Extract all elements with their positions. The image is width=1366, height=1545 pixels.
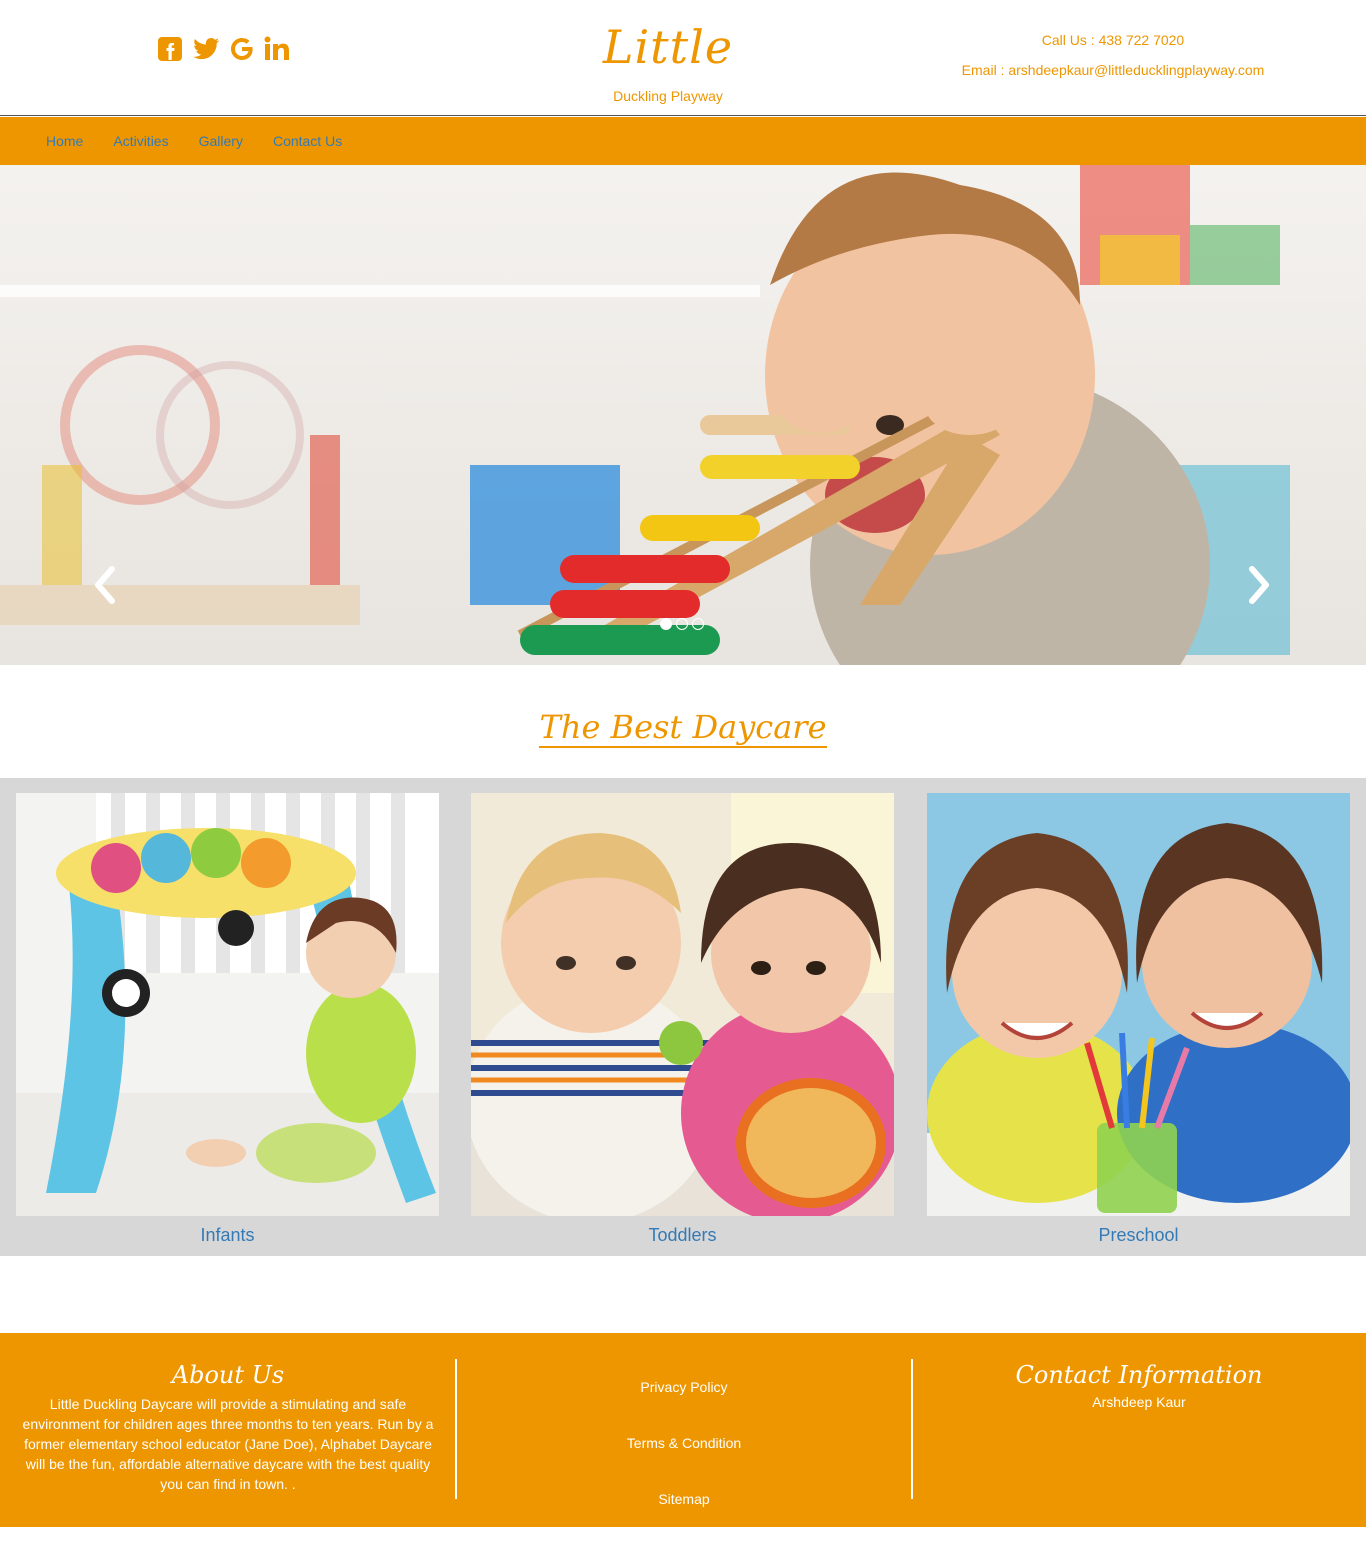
linkedin-icon[interactable] <box>264 34 292 64</box>
sitemap-link[interactable]: Sitemap <box>458 1489 910 1509</box>
contact-name: Arshdeep Kaur <box>1092 1394 1186 1410</box>
carousel-dot-3[interactable] <box>692 618 704 630</box>
carousel-indicators <box>660 618 704 630</box>
logo-subtitle: Duckling Playway <box>613 88 723 104</box>
program-card-preschool[interactable]: Preschool <box>927 793 1350 1246</box>
hero-image <box>0 165 1366 665</box>
footer-contact: Contact Information Arshdeep Kaur <box>914 1359 1364 1410</box>
site-footer: About Us Little Duckling Daycare will pr… <box>0 1333 1366 1527</box>
call-us-text: Call Us : 438 722 7020 <box>1041 32 1185 48</box>
footer-about: About Us Little Duckling Daycare will pr… <box>18 1359 438 1494</box>
toddlers-image[interactable] <box>471 793 894 1216</box>
email-text: Email : arshdeepkaur@littleducklingplayw… <box>961 62 1265 78</box>
carousel-dot-2[interactable] <box>676 618 688 630</box>
facebook-icon[interactable] <box>156 34 184 64</box>
site-logo[interactable]: Little Duckling Playway <box>568 18 768 104</box>
nav-item-home[interactable]: Home <box>31 117 98 165</box>
best-daycare-heading: The Best Daycare <box>0 708 1366 748</box>
footer-divider <box>911 1359 913 1499</box>
site-header: Little Duckling Playway Call Us : 438 72… <box>0 0 1366 116</box>
program-label-infants[interactable]: Infants <box>16 1225 439 1246</box>
carousel-prev-button[interactable] <box>90 565 120 605</box>
carousel-next-button[interactable] <box>1244 565 1274 605</box>
twitter-icon[interactable] <box>192 34 220 64</box>
chevron-right-icon <box>1249 566 1269 604</box>
program-label-toddlers[interactable]: Toddlers <box>471 1225 894 1246</box>
program-card-toddlers[interactable]: Toddlers <box>471 793 894 1246</box>
logo-title: Little <box>602 20 734 74</box>
contact-title: Contact Information <box>1015 1361 1263 1389</box>
program-label-preschool[interactable]: Preschool <box>927 1225 1350 1246</box>
about-title: About Us <box>171 1361 285 1389</box>
nav-item-gallery[interactable]: Gallery <box>184 117 258 165</box>
infants-image[interactable] <box>16 793 439 1216</box>
about-text: Little Duckling Daycare will provide a s… <box>22 1396 434 1492</box>
nav-item-activities[interactable]: Activities <box>98 117 183 165</box>
program-card-infants[interactable]: Infants <box>16 793 439 1246</box>
main-nav: Home Activities Gallery Contact Us <box>0 117 1366 165</box>
programs-section: Infants Toddlers Preschool <box>0 778 1366 1256</box>
footer-links: Privacy Policy Terms & Condition Sitemap <box>458 1377 910 1545</box>
preschool-image[interactable] <box>927 793 1350 1216</box>
privacy-policy-link[interactable]: Privacy Policy <box>458 1377 910 1397</box>
chevron-left-icon <box>95 566 115 604</box>
header-contact: Call Us : 438 722 7020 Email : arshdeepk… <box>900 32 1326 92</box>
terms-condition-link[interactable]: Terms & Condition <box>458 1433 910 1453</box>
hero-carousel <box>0 165 1366 665</box>
google-icon[interactable] <box>228 34 256 64</box>
section-title[interactable]: The Best Daycare <box>539 708 827 748</box>
social-links <box>156 34 292 64</box>
nav-item-contact-us[interactable]: Contact Us <box>258 117 357 165</box>
carousel-dot-1[interactable] <box>660 618 672 630</box>
footer-divider <box>455 1359 457 1499</box>
